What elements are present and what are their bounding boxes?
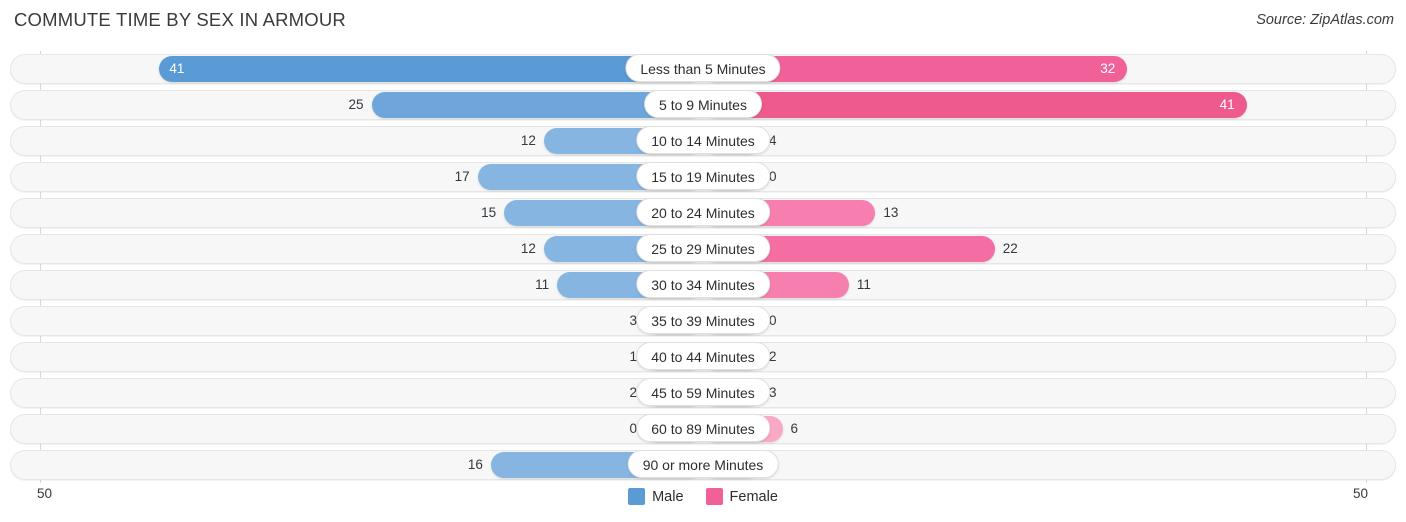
male-value-label: 12 (520, 241, 536, 256)
source-attribution: Source: ZipAtlas.com (1256, 12, 1394, 28)
legend-swatch-icon (628, 488, 646, 505)
category-label: 15 to 19 Minutes (636, 162, 770, 190)
chart-legend: Male Female (0, 488, 1406, 505)
plot-area: 41 32 Less than 5 Minutes 25 41 5 to 9 Minute… (10, 51, 1396, 483)
category-label: 30 to 34 Minutes (636, 270, 770, 298)
female-half: 3 (703, 380, 1366, 406)
male-value-label: 16 (467, 457, 483, 472)
female-value-label: 22 (1002, 241, 1018, 256)
legend-item-male[interactable]: Male (628, 488, 684, 505)
male-half: 12 (40, 236, 703, 262)
chart-row: 1 2 40 to 44 Minutes (10, 339, 1396, 375)
category-label: 60 to 89 Minutes (636, 414, 770, 442)
male-value-label: 41 (169, 61, 185, 76)
chart-row: 15 13 20 to 24 Minutes (10, 195, 1396, 231)
female-bar[interactable]: 41 (703, 92, 1247, 118)
male-half: 17 (40, 164, 703, 190)
chart-root: COMMUTE TIME BY SEX IN ARMOUR Source: Zi… (0, 0, 1406, 522)
male-half: 15 (40, 200, 703, 226)
female-value-label: 32 (1100, 61, 1116, 76)
legend-swatch-icon (705, 488, 723, 505)
female-half: 41 (703, 92, 1366, 118)
chart-row: 17 0 15 to 19 Minutes (10, 159, 1396, 195)
chart-row: 12 4 10 to 14 Minutes (10, 123, 1396, 159)
female-value-label: 6 (790, 421, 799, 436)
female-half: 0 (703, 452, 1366, 478)
female-half: 32 (703, 56, 1366, 82)
female-half: 2 (703, 344, 1366, 370)
male-half: 3 (40, 308, 703, 334)
chart-row: 3 0 35 to 39 Minutes (10, 303, 1396, 339)
female-half: 4 (703, 128, 1366, 154)
chart-footer: 50 50 Male Female (0, 484, 1406, 522)
page-title: COMMUTE TIME BY SEX IN ARMOUR (14, 9, 346, 30)
male-half: 2 (40, 380, 703, 406)
female-half: 0 (703, 308, 1366, 334)
male-value-label: 11 (535, 277, 550, 292)
chart-row: 16 090 or more Minutes (10, 447, 1396, 483)
category-label: 25 to 29 Minutes (636, 234, 770, 262)
category-label: 40 to 44 Minutes (636, 342, 770, 370)
male-half: 12 (40, 128, 703, 154)
male-half: 41 (40, 56, 703, 82)
male-half: 1 (40, 344, 703, 370)
male-half: 11 (40, 272, 703, 298)
female-value-label: 11 (856, 277, 871, 292)
chart-row: 12 22 25 to 29 Minutes (10, 231, 1396, 267)
category-label: 10 to 14 Minutes (636, 126, 770, 154)
legend-label: Female (729, 488, 778, 505)
male-value-label: 15 (481, 205, 497, 220)
category-label: 90 or more Minutes (627, 450, 779, 478)
chart-row: 0 6 60 to 89 Minutes (10, 411, 1396, 447)
female-value-label: 41 (1219, 97, 1235, 112)
legend-item-female[interactable]: Female (705, 488, 778, 505)
female-half: 11 (703, 272, 1366, 298)
chart-row: 11 11 30 to 34 Minutes (10, 267, 1396, 303)
male-value-label: 25 (348, 97, 364, 112)
female-half: 22 (703, 236, 1366, 262)
male-bar[interactable]: 41 (159, 56, 703, 82)
legend-label: Male (652, 488, 684, 505)
category-label: 35 to 39 Minutes (636, 306, 770, 334)
category-label: 5 to 9 Minutes (644, 90, 762, 118)
female-half: 0 (703, 164, 1366, 190)
chart-row: 25 41 5 to 9 Minutes (10, 87, 1396, 123)
category-label: 45 to 59 Minutes (636, 378, 770, 406)
male-value-label: 12 (520, 133, 536, 148)
female-half: 6 (703, 416, 1366, 442)
female-half: 13 (703, 200, 1366, 226)
male-half: 16 (40, 452, 703, 478)
chart-row: 2 3 45 to 59 Minutes (10, 375, 1396, 411)
male-half: 25 (40, 92, 703, 118)
female-value-label: 13 (883, 205, 899, 220)
male-value-label: 17 (454, 169, 470, 184)
chart-row: 41 32 Less than 5 Minutes (10, 51, 1396, 87)
category-label: Less than 5 Minutes (625, 54, 781, 82)
category-label: 20 to 24 Minutes (636, 198, 770, 226)
male-half: 0 (40, 416, 703, 442)
